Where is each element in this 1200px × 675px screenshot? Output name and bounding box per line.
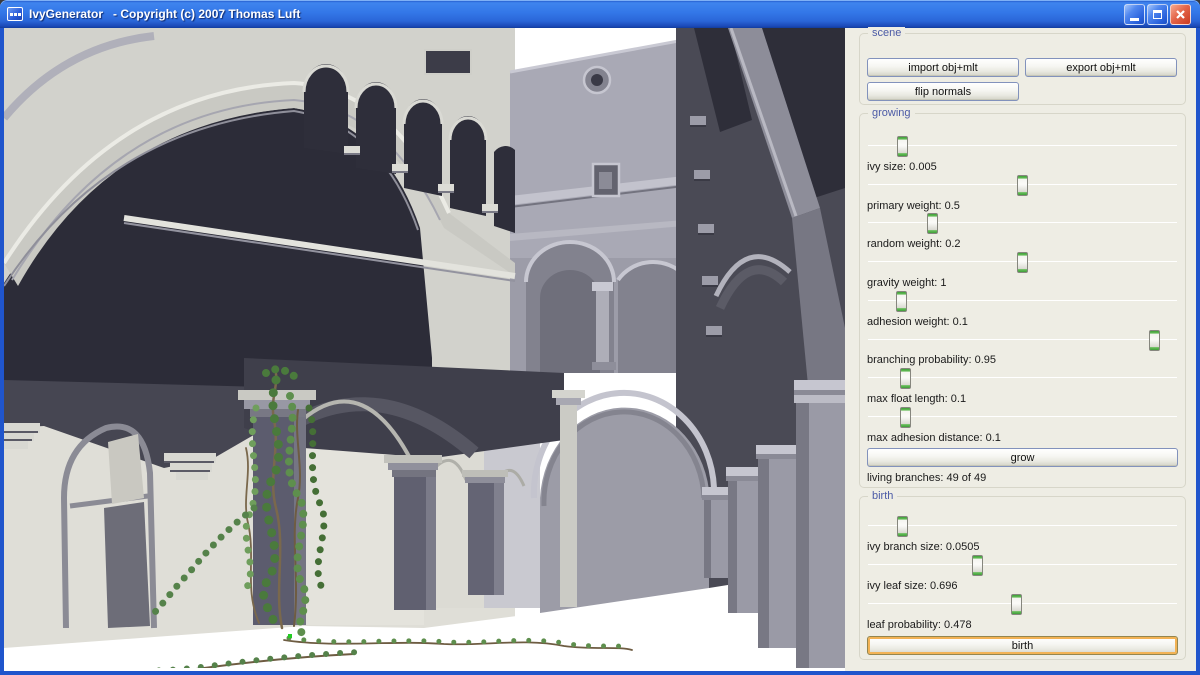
living-branches-status: living branches: 49 of 49 bbox=[867, 471, 986, 485]
max-adhesion-distance-slider[interactable] bbox=[867, 407, 1178, 428]
adhesion-weight-label: adhesion weight: 0.1 bbox=[867, 315, 968, 329]
slider-thumb[interactable] bbox=[1011, 594, 1022, 615]
slider-thumb[interactable] bbox=[1149, 330, 1160, 351]
close-icon bbox=[1175, 9, 1186, 20]
birth-group-label: birth bbox=[868, 490, 897, 503]
slider-track[interactable] bbox=[868, 300, 1177, 301]
upper-window bbox=[425, 50, 471, 74]
flip-normals-button[interactable]: flip normals bbox=[867, 82, 1019, 101]
branching-probability-label: branching probability: 0.95 bbox=[867, 353, 996, 367]
titlebar[interactable]: IvyGenerator - Copyright (c) 2007 Thomas… bbox=[0, 0, 1200, 28]
adhesion-weight-slider[interactable] bbox=[867, 291, 1178, 312]
scene-group: scene import obj+mlt export obj+mlt flip… bbox=[859, 33, 1186, 105]
gravity-weight-slider[interactable] bbox=[867, 252, 1178, 273]
slider-track[interactable] bbox=[868, 416, 1177, 417]
slider-thumb[interactable] bbox=[927, 213, 938, 234]
slider-track[interactable] bbox=[868, 377, 1177, 378]
primary-weight-slider[interactable] bbox=[867, 175, 1178, 196]
import-obj-mlt-button[interactable]: import obj+mlt bbox=[867, 58, 1019, 77]
max-float-length-slider[interactable] bbox=[867, 368, 1178, 389]
branching-probability-slider[interactable] bbox=[867, 330, 1178, 351]
slider-track[interactable] bbox=[868, 339, 1177, 340]
slider-thumb[interactable] bbox=[1017, 252, 1028, 273]
slider-thumb[interactable] bbox=[900, 407, 911, 428]
scene-group-label: scene bbox=[868, 27, 905, 40]
birth-button[interactable]: birth bbox=[867, 636, 1178, 655]
slider-thumb[interactable] bbox=[900, 368, 911, 389]
close-button[interactable] bbox=[1170, 4, 1191, 25]
slider-thumb[interactable] bbox=[897, 136, 908, 157]
viewport-3d-render[interactable] bbox=[4, 28, 845, 671]
ivy-branch-size-label: ivy branch size: 0.0505 bbox=[867, 540, 980, 554]
leaf-probability-slider[interactable] bbox=[867, 594, 1178, 615]
app-icon bbox=[7, 7, 23, 21]
grow-button[interactable]: grow bbox=[867, 448, 1178, 467]
max-adhesion-distance-label: max adhesion distance: 0.1 bbox=[867, 431, 1001, 445]
ivy-leaf-size-label: ivy leaf size: 0.696 bbox=[867, 579, 958, 593]
random-weight-label: random weight: 0.2 bbox=[867, 237, 961, 251]
ivy-size-label: ivy size: 0.005 bbox=[867, 160, 937, 174]
minimize-button[interactable] bbox=[1124, 4, 1145, 25]
slider-track[interactable] bbox=[868, 222, 1177, 223]
window-controls bbox=[1124, 4, 1200, 25]
minimize-icon bbox=[1130, 18, 1139, 21]
birth-group: birth ivy branch size: 0.0505 ivy leaf s… bbox=[859, 496, 1186, 660]
gravity-weight-label: gravity weight: 1 bbox=[867, 276, 946, 290]
random-weight-slider[interactable] bbox=[867, 213, 1178, 234]
slider-thumb[interactable] bbox=[897, 516, 908, 537]
ivy-leaf-size-slider[interactable] bbox=[867, 555, 1178, 576]
control-panel: scene import obj+mlt export obj+mlt flip… bbox=[845, 28, 1196, 671]
ivy-root-marker bbox=[288, 634, 292, 638]
ivy-branch-size-slider[interactable] bbox=[867, 516, 1178, 537]
slider-track[interactable] bbox=[868, 145, 1177, 146]
app-window: IvyGenerator - Copyright (c) 2007 Thomas… bbox=[0, 0, 1200, 675]
back-wall bbox=[510, 40, 684, 373]
slider-thumb[interactable] bbox=[972, 555, 983, 576]
maximize-button[interactable] bbox=[1147, 4, 1168, 25]
export-obj-mlt-button[interactable]: export obj+mlt bbox=[1025, 58, 1177, 77]
slider-thumb[interactable] bbox=[896, 291, 907, 312]
growing-group: growing ivy size: 0.005 primary weight: … bbox=[859, 113, 1186, 488]
slider-track[interactable] bbox=[868, 564, 1177, 565]
maximize-icon bbox=[1153, 10, 1162, 19]
slider-thumb[interactable] bbox=[1017, 175, 1028, 196]
ivy-size-slider[interactable] bbox=[867, 136, 1178, 157]
growing-group-label: growing bbox=[868, 107, 915, 120]
slider-track[interactable] bbox=[868, 525, 1177, 526]
max-float-length-label: max float length: 0.1 bbox=[867, 392, 966, 406]
window-title: IvyGenerator - Copyright (c) 2007 Thomas… bbox=[29, 7, 300, 21]
primary-weight-label: primary weight: 0.5 bbox=[867, 199, 960, 213]
slider-track[interactable] bbox=[868, 603, 1177, 604]
leaf-probability-label: leaf probability: 0.478 bbox=[867, 618, 972, 632]
